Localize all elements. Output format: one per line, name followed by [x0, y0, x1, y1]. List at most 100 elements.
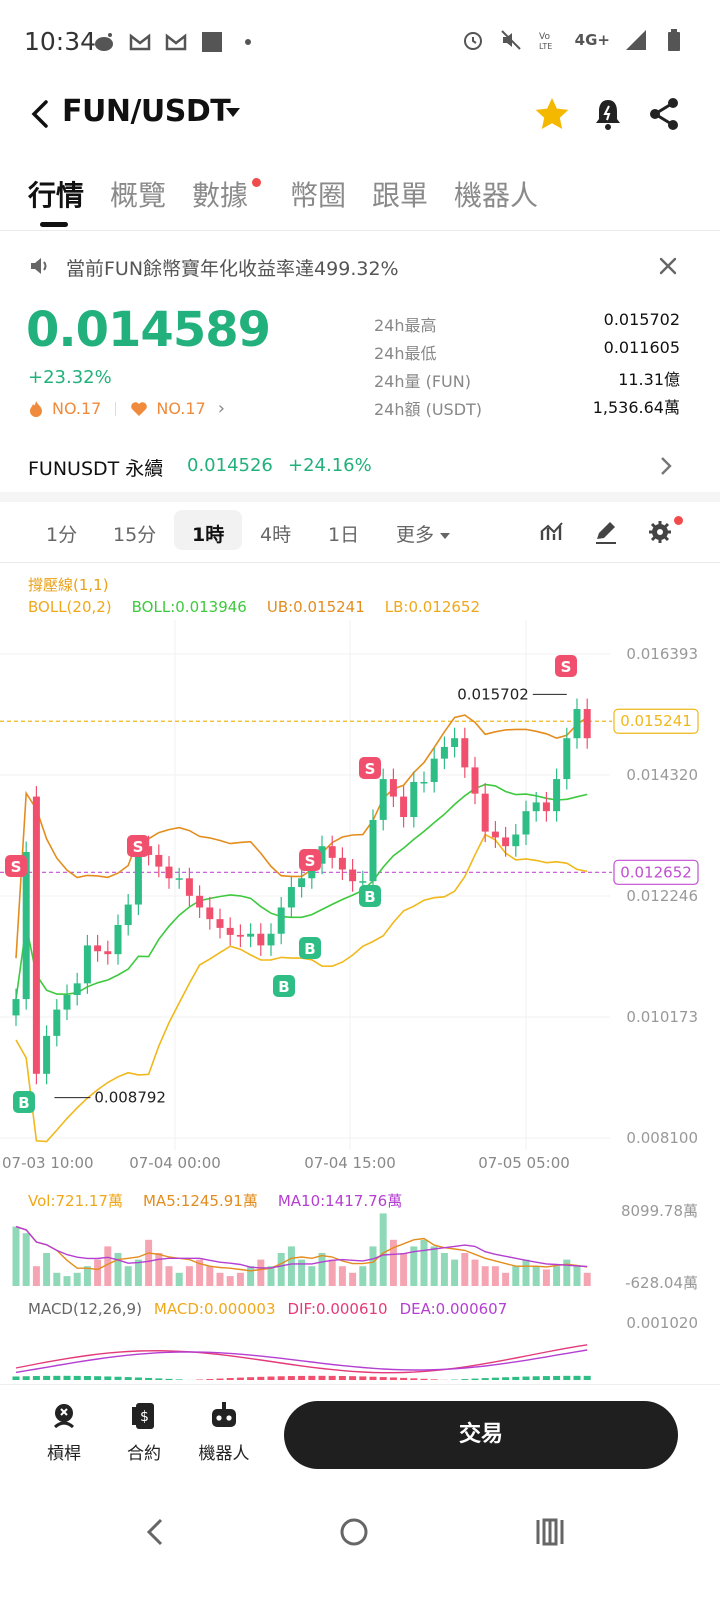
chevron-right-icon: ›: [217, 398, 225, 419]
volume-bar: [216, 1272, 224, 1286]
macd-axis-label: 0.001020: [626, 1314, 698, 1332]
timeframe-15m[interactable]: 15分: [113, 520, 156, 547]
timeframe-more[interactable]: 更多: [396, 520, 451, 547]
perp-change: +24.16%: [288, 455, 372, 476]
candle-body: [175, 878, 183, 880]
perp-name: FUNUSDT 永續: [28, 458, 164, 480]
candle-body: [298, 878, 306, 888]
svg-text:Vo: Vo: [539, 32, 550, 42]
trade-button[interactable]: 交易: [284, 1401, 678, 1469]
svg-text:$: $: [140, 1409, 149, 1425]
macd-bar: [43, 1375, 51, 1380]
macd-legend[interactable]: MACD(12,26,9) MACD:0.000003 DIF:0.000610…: [28, 1300, 507, 1318]
boll-legend[interactable]: BOLL(20,2) BOLL:0.013946 UB:0.015241 LB:…: [28, 598, 480, 616]
candle-body: [430, 758, 438, 782]
candle-body: [440, 746, 448, 759]
candle-body: [185, 878, 193, 896]
macd-bar: [216, 1378, 224, 1380]
system-back-icon[interactable]: [134, 1510, 178, 1554]
volume-bar: [175, 1272, 183, 1286]
futures-button[interactable]: $ 合約: [104, 1399, 184, 1464]
macd-bar: [379, 1377, 387, 1380]
volume-bar: [430, 1246, 438, 1286]
perpetual-row[interactable]: FUNUSDT 永續 0.014526 +24.16%: [0, 452, 720, 484]
back-icon[interactable]: [26, 96, 54, 132]
volume-bar: [236, 1272, 244, 1286]
x-axis-label: 07-04 00:00: [129, 1154, 221, 1172]
x-axis-label: 07-03 10:00: [2, 1154, 94, 1172]
system-home-icon[interactable]: [332, 1510, 376, 1554]
share-icon[interactable]: [644, 94, 684, 134]
macd-bar: [83, 1376, 91, 1380]
timeframe-1d[interactable]: 1日: [328, 520, 359, 547]
bot-label: 機器人: [198, 1444, 250, 1464]
macd-bar: [491, 1377, 499, 1380]
margin-label: 槓桿: [47, 1444, 81, 1464]
macd-bar: [134, 1377, 142, 1380]
rank-badges[interactable]: NO.17 NO.17 ›: [28, 398, 225, 419]
high-price-annotation: 0.015702: [457, 685, 529, 703]
candle-body: [12, 999, 20, 1016]
favorite-rank: NO.17: [156, 399, 206, 418]
candle-body: [420, 781, 428, 784]
candle-body: [73, 983, 81, 996]
svg-text:LTE: LTE: [539, 42, 552, 51]
candle-body: [389, 779, 397, 797]
macd-bar: [22, 1376, 30, 1380]
candle-body: [63, 995, 71, 1010]
timeframe-1m[interactable]: 1分: [46, 520, 77, 547]
candle-body: [522, 811, 530, 835]
volume-bar: [12, 1226, 20, 1286]
macd-bar: [226, 1378, 234, 1380]
timeframe-4h[interactable]: 4時: [260, 520, 291, 547]
candle-body: [451, 738, 459, 747]
notice-banner[interactable]: 當前FUN餘幣寶年化收益率達499.32%: [0, 246, 720, 286]
price-alert-icon[interactable]: [588, 94, 628, 134]
macd-bar: [236, 1377, 244, 1380]
candle-body: [349, 869, 357, 882]
main-tabs: 行情 概覽 數據 幣圈 跟單 機器人: [0, 168, 720, 230]
macd-bar: [32, 1376, 40, 1380]
marker-letter: B: [304, 940, 315, 958]
margin-button[interactable]: 槓桿: [24, 1399, 104, 1464]
tab-bots[interactable]: 機器人: [454, 174, 538, 214]
tab-community[interactable]: 幣圈: [290, 174, 346, 214]
pair-dropdown-icon[interactable]: [226, 108, 240, 117]
pair-title[interactable]: FUN/USDT: [62, 94, 231, 129]
support-resistance-label[interactable]: 撐壓線(1,1): [28, 574, 109, 595]
lb-price-tag-label: 0.012652: [620, 863, 692, 881]
tab-market[interactable]: 行情: [28, 174, 84, 214]
kline-svg[interactable]: 0.016393 0.014320 0.012246 0.010173 0.008100…: [0, 620, 720, 1380]
volume-legend[interactable]: Vol:721.17萬 MA5:1245.91萬 MA10:1417.76萬: [28, 1190, 402, 1211]
candle-body: [43, 1035, 51, 1074]
tab-data[interactable]: 數據: [192, 174, 248, 214]
settings-icon[interactable]: [646, 518, 674, 546]
candle-body: [471, 767, 479, 794]
system-recents-icon[interactable]: [528, 1510, 572, 1554]
candle-body: [461, 738, 469, 768]
marker-letter: S: [561, 658, 572, 676]
volume-bar: [338, 1266, 346, 1286]
candle-body: [359, 881, 367, 883]
timeframe-bar: 1分 15分 1時 4時 1日 更多: [0, 506, 720, 556]
close-icon[interactable]: [654, 252, 682, 280]
tab-overview[interactable]: 概覽: [110, 174, 166, 214]
stat-value: 1,536.64萬: [592, 398, 680, 417]
candle-body: [491, 831, 499, 838]
y-axis-label: 0.016393: [626, 645, 698, 663]
indicator-icon[interactable]: [538, 518, 566, 546]
kline-chart[interactable]: 0.016393 0.014320 0.012246 0.010173 0.008100…: [0, 620, 720, 1380]
volume-axis-label: -628.04萬: [625, 1274, 698, 1292]
candle-body: [532, 802, 540, 812]
macd-bar: [114, 1376, 122, 1380]
timeframe-1h[interactable]: 1時: [192, 520, 224, 547]
tab-copy-trading[interactable]: 跟單: [372, 174, 428, 214]
stat-value: 11.31億: [618, 370, 680, 389]
star-icon[interactable]: [532, 94, 572, 134]
bot-button[interactable]: 機器人: [184, 1399, 264, 1464]
battery-icon: [668, 29, 680, 51]
header: FUN/USDT: [0, 84, 720, 148]
macd-bar: [369, 1376, 377, 1380]
volume-bar: [573, 1266, 581, 1286]
draw-tool-icon[interactable]: [592, 518, 620, 546]
